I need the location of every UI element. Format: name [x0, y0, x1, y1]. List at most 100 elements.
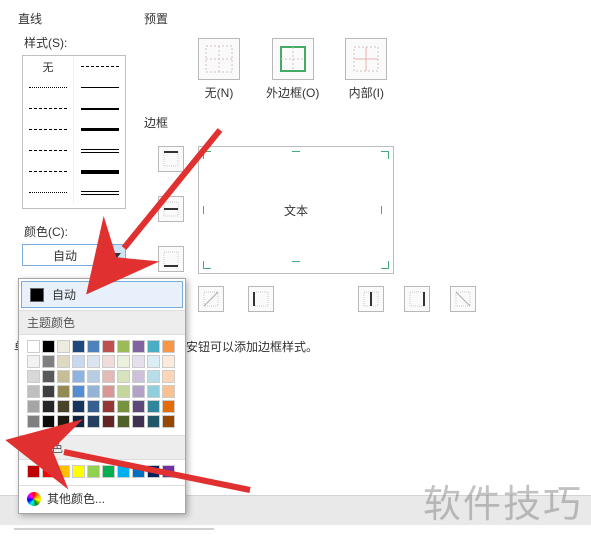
color-swatch[interactable] [42, 340, 55, 353]
color-swatch[interactable] [87, 340, 100, 353]
color-dropdown-button[interactable] [107, 245, 125, 265]
border-diag2-button[interactable] [450, 286, 476, 312]
style-option[interactable] [74, 98, 125, 119]
color-swatch[interactable] [162, 370, 175, 383]
style-option[interactable] [74, 140, 125, 161]
style-option[interactable] [74, 56, 125, 77]
color-swatch[interactable] [132, 340, 145, 353]
color-swatch[interactable] [117, 385, 130, 398]
color-swatch[interactable] [87, 355, 100, 368]
color-swatch[interactable] [27, 370, 40, 383]
color-swatch[interactable] [132, 400, 145, 413]
color-swatch[interactable] [147, 370, 160, 383]
color-swatch[interactable] [42, 400, 55, 413]
border-bottom-button[interactable] [158, 246, 184, 272]
color-swatch[interactable] [102, 465, 115, 478]
border-hmid-button[interactable] [158, 196, 184, 222]
color-swatch[interactable] [147, 355, 160, 368]
color-swatch[interactable] [57, 385, 70, 398]
border-top-button[interactable] [158, 146, 184, 172]
color-swatch[interactable] [117, 355, 130, 368]
color-swatch[interactable] [57, 465, 70, 478]
style-option[interactable] [23, 182, 74, 203]
style-option[interactable] [23, 140, 74, 161]
color-swatch[interactable] [147, 385, 160, 398]
color-swatch[interactable] [57, 400, 70, 413]
color-swatch[interactable] [162, 355, 175, 368]
style-option[interactable] [23, 161, 74, 182]
color-swatch[interactable] [42, 370, 55, 383]
color-swatch[interactable] [117, 400, 130, 413]
color-dropdown[interactable]: 自动 [22, 244, 126, 266]
color-swatch[interactable] [147, 400, 160, 413]
color-swatch[interactable] [102, 415, 115, 428]
color-swatch[interactable] [132, 415, 145, 428]
color-swatch[interactable] [117, 415, 130, 428]
color-swatch[interactable] [102, 340, 115, 353]
color-swatch[interactable] [72, 465, 85, 478]
color-swatch[interactable] [102, 370, 115, 383]
color-swatch[interactable] [132, 355, 145, 368]
color-swatch[interactable] [72, 400, 85, 413]
color-swatch[interactable] [117, 370, 130, 383]
color-swatch[interactable] [102, 385, 115, 398]
color-swatch[interactable] [162, 385, 175, 398]
preset-inner-button[interactable] [345, 38, 387, 80]
color-swatch[interactable] [87, 415, 100, 428]
color-swatch[interactable] [27, 415, 40, 428]
color-swatch[interactable] [147, 340, 160, 353]
color-swatch[interactable] [87, 385, 100, 398]
color-swatch[interactable] [42, 355, 55, 368]
color-swatch[interactable] [87, 370, 100, 383]
style-option[interactable] [74, 77, 125, 98]
color-swatch[interactable] [132, 465, 145, 478]
color-swatch[interactable] [87, 400, 100, 413]
style-option[interactable] [23, 77, 74, 98]
style-list[interactable]: 无 [22, 55, 126, 209]
color-swatch[interactable] [72, 340, 85, 353]
color-swatch[interactable] [147, 415, 160, 428]
color-swatch[interactable] [162, 415, 175, 428]
preset-outer-button[interactable] [272, 38, 314, 80]
color-swatch[interactable] [57, 415, 70, 428]
style-option[interactable] [23, 119, 74, 140]
color-swatch[interactable] [117, 465, 130, 478]
color-swatch[interactable] [87, 465, 100, 478]
border-vmid-button[interactable] [358, 286, 384, 312]
preset-none-button[interactable] [198, 38, 240, 80]
style-option[interactable] [74, 119, 125, 140]
color-auto-option[interactable]: 自动 [21, 281, 183, 308]
color-swatch[interactable] [72, 355, 85, 368]
color-swatch[interactable] [117, 340, 130, 353]
color-swatch[interactable] [162, 465, 175, 478]
style-none[interactable]: 无 [23, 56, 74, 77]
color-swatch[interactable] [162, 340, 175, 353]
color-swatch[interactable] [27, 355, 40, 368]
style-option[interactable] [74, 161, 125, 182]
color-swatch[interactable] [42, 385, 55, 398]
color-swatch[interactable] [132, 370, 145, 383]
more-colors-option[interactable]: 其他颜色... [19, 485, 185, 511]
color-swatch[interactable] [27, 400, 40, 413]
border-left-button[interactable] [248, 286, 274, 312]
color-swatch[interactable] [42, 415, 55, 428]
border-right-button[interactable] [404, 286, 430, 312]
color-swatch[interactable] [72, 415, 85, 428]
color-swatch[interactable] [72, 370, 85, 383]
color-swatch[interactable] [27, 465, 40, 478]
color-swatch[interactable] [102, 355, 115, 368]
color-swatch[interactable] [147, 465, 160, 478]
color-swatch[interactable] [42, 465, 55, 478]
color-swatch[interactable] [72, 385, 85, 398]
color-swatch[interactable] [162, 400, 175, 413]
color-swatch[interactable] [102, 400, 115, 413]
style-option[interactable] [23, 98, 74, 119]
color-swatch[interactable] [57, 355, 70, 368]
color-swatch[interactable] [57, 340, 70, 353]
color-swatch[interactable] [27, 385, 40, 398]
color-swatch[interactable] [27, 340, 40, 353]
color-swatch[interactable] [57, 370, 70, 383]
border-diag1-button[interactable] [198, 286, 224, 312]
color-swatch[interactable] [132, 385, 145, 398]
style-option[interactable] [74, 182, 125, 203]
